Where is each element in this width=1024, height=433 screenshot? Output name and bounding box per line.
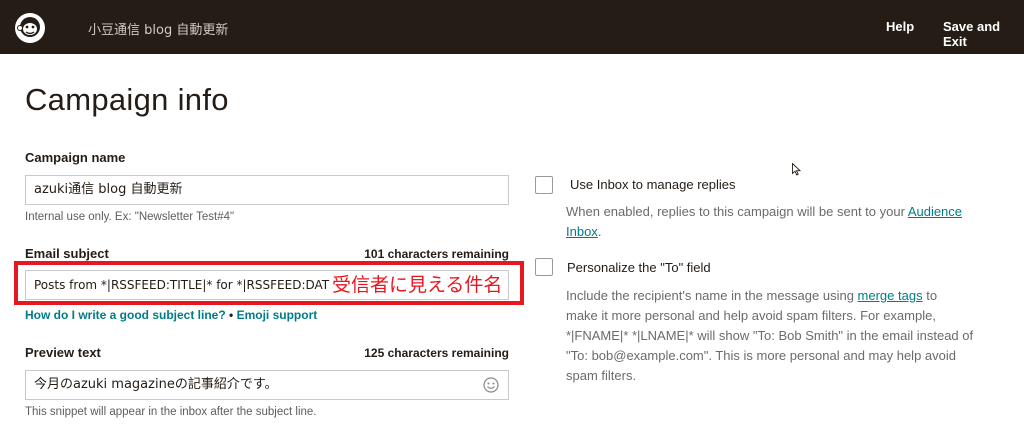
preview-text-counter: 125 characters remaining <box>364 346 509 360</box>
audience-inbox-link-cont[interactable]: Inbox <box>566 224 598 239</box>
preview-text-help: This snippet will appear in the inbox af… <box>25 406 317 418</box>
mailchimp-logo-icon[interactable] <box>14 12 46 44</box>
email-subject-label: Email subject <box>25 246 109 261</box>
subject-line-help-link[interactable]: How do I write a good subject line? <box>25 308 226 322</box>
page-title: Campaign info <box>25 82 229 117</box>
inbox-desc-line2: . <box>597 224 602 239</box>
link-separator: • <box>225 308 237 322</box>
personalize-desc-line2: make it more personal and help avoid spa… <box>566 308 936 323</box>
emoji-picker-icon[interactable] <box>483 377 499 393</box>
personalize-to-checkbox[interactable] <box>535 258 553 276</box>
help-link[interactable]: Help <box>886 19 914 34</box>
subject-annotation: 受信者に見える件名 <box>330 272 505 298</box>
preview-text-input[interactable]: 今月のazuki magazineの記事紹介です。 <box>25 370 509 400</box>
inbox-desc-line1: When enabled, replies to this campaign w… <box>566 204 908 219</box>
personalize-desc-line4: "To: bob@example.com". This is more pers… <box>566 348 956 363</box>
campaign-name-input[interactable]: azuki通信 blog 自動更新 <box>25 175 509 205</box>
email-subject-counter: 101 characters remaining <box>364 247 509 261</box>
personalize-desc-line1-post: to <box>922 288 938 303</box>
personalize-desc-line5: spam filters. <box>566 368 637 383</box>
inbox-replies-description: When enabled, replies to this campaign w… <box>566 202 962 242</box>
subject-help-links: How do I write a good subject line? • Em… <box>25 308 317 322</box>
personalize-to-label[interactable]: Personalize the "To" field <box>567 260 711 275</box>
save-and-exit-button[interactable]: Save and Exit <box>943 19 1024 49</box>
mouse-cursor-icon <box>792 163 801 176</box>
campaign-title[interactable]: 小豆通信 blog 自動更新 <box>88 19 228 38</box>
emoji-support-link[interactable]: Emoji support <box>237 308 318 322</box>
campaign-name-help: Internal use only. Ex: "Newsletter Test#… <box>25 211 235 223</box>
inbox-replies-checkbox[interactable] <box>535 176 553 194</box>
personalize-to-description: Include the recipient's name in the mess… <box>566 286 973 386</box>
personalize-desc-line1: Include the recipient's name in the mess… <box>566 288 858 303</box>
audience-inbox-link[interactable]: Audience <box>908 204 962 219</box>
campaign-name-label: Campaign name <box>25 150 126 165</box>
preview-text-label: Preview text <box>25 345 101 360</box>
top-bar: 小豆通信 blog 自動更新 Help Save and Exit <box>0 0 1024 54</box>
personalize-desc-line3: *|FNAME|* *|LNAME|* will show "To: Bob S… <box>566 328 974 343</box>
merge-tags-link[interactable]: merge tags <box>858 288 923 303</box>
inbox-replies-label[interactable]: Use Inbox to manage replies <box>570 177 735 192</box>
